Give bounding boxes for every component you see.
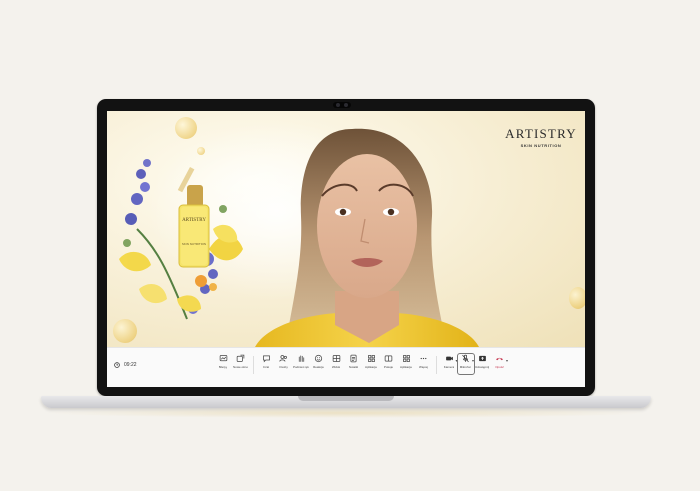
clock-icon: [114, 362, 120, 368]
toolbar-buttons: Biletyy Nowe okno Czat Osoby Podnieś rękę Rea…: [215, 353, 508, 375]
chat-icon: [262, 355, 270, 363]
toolbar-button-label: Więcej: [418, 365, 428, 369]
toolbar-button-14[interactable]: Mikrofon: [456, 353, 475, 375]
video-stage: ARTISTRY SKIN NUTRITION ARTISTRY SKIN NU…: [107, 111, 585, 347]
leave-icon: [496, 357, 503, 361]
toolbar-button-15[interactable]: Udostępnij: [474, 354, 490, 369]
more-icon: [420, 357, 427, 360]
toolbar-button-2[interactable]: Nowe okno: [233, 354, 249, 369]
toolbar-button-8[interactable]: Notatki: [346, 354, 362, 369]
toolbar-separator: [436, 356, 437, 374]
toolbar-button-label: Notatki: [348, 365, 359, 369]
toolbar-button-label: Widok: [331, 365, 341, 369]
notes-icon: [350, 354, 357, 363]
toolbar-button-label: Biletyy: [218, 365, 228, 369]
reactions-icon: [314, 354, 323, 363]
laptop-notch: [298, 396, 394, 401]
call-timer: 09:22: [114, 362, 137, 368]
toolbar-button-label: Czat: [262, 365, 270, 369]
toolbar-button-label: Osoby: [279, 365, 288, 369]
meeting-screen: ARTISTRY SKIN NUTRITION ARTISTRY SKIN NU…: [107, 111, 585, 387]
brand-logo: ARTISTRY SKIN NUTRITION: [501, 126, 581, 148]
toolbar-button-label: Udostępnij: [474, 365, 490, 369]
meeting-toolbar: 09:22 Biletyy Nowe okno Czat Osoby Podnieś r…: [107, 347, 585, 387]
toolbar-button-label: Pokoje: [383, 365, 394, 369]
camera-icon: [445, 356, 453, 361]
product-illustration: ARTISTRY SKIN NUTRITION: [119, 159, 243, 320]
apps-icon: [402, 355, 410, 362]
webcam: [333, 102, 351, 108]
share-icon: [478, 355, 486, 362]
toolbar-button-6[interactable]: Reakcje: [311, 354, 327, 369]
toolbar-button-4[interactable]: Osoby: [276, 354, 292, 369]
toolbar-button-1[interactable]: Biletyy: [215, 354, 231, 369]
whiteboard-icon: [219, 355, 227, 362]
toolbar-button-label: Kamera: [443, 365, 455, 369]
rooms-icon: [384, 355, 393, 362]
product-sublabel: SKIN NUTRITION: [182, 242, 206, 246]
toolbar-button-label: Aplikacje: [399, 365, 412, 369]
view-icon: [332, 355, 340, 362]
product-label: ARTISTRY: [182, 218, 206, 223]
toolbar-button-label: Nowe okno: [232, 365, 248, 369]
toolbar-button-10[interactable]: Pokoje: [381, 354, 397, 369]
toolbar-button-7[interactable]: Widok: [328, 354, 344, 369]
toolbar-button-label: Mikrofon: [459, 365, 472, 369]
apps-icon: [367, 355, 375, 362]
toolbar-separator: [253, 356, 254, 374]
toolbar-button-5[interactable]: Podnieś rękę: [293, 354, 309, 369]
toolbar-button-label: Podnieś rękę: [293, 365, 309, 369]
toolbar-button-label: Opuść: [495, 365, 504, 369]
call-elapsed-time: 09:22: [124, 362, 137, 368]
mic-icon: [462, 354, 469, 363]
toolbar-button-12[interactable]: Więcej: [416, 354, 432, 369]
toolbar-button-3[interactable]: Czat: [258, 354, 274, 369]
brand-name: ARTISTRY: [505, 126, 577, 141]
chevron-down-icon[interactable]: ▾: [506, 358, 508, 363]
toolbar-button-label: Aplikacje: [364, 365, 377, 369]
raise-hand-icon: [298, 355, 304, 362]
brand-subtitle: SKIN NUTRITION: [520, 143, 562, 148]
people-icon: [279, 355, 287, 362]
toolbar-button-label: Reakcje: [313, 365, 324, 369]
new-window-icon: [236, 354, 245, 362]
toolbar-button-11[interactable]: Aplikacje: [398, 354, 414, 369]
toolbar-button-9[interactable]: Aplikacje: [363, 354, 379, 369]
